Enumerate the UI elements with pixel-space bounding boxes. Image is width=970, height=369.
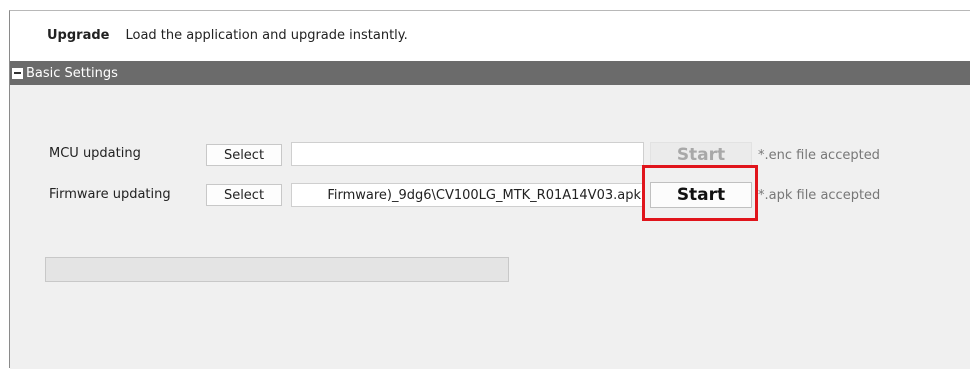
upgrade-progress-bar xyxy=(45,257,509,282)
firmware-updating-label: Firmware updating xyxy=(49,187,171,202)
mcu-select-button[interactable]: Select xyxy=(206,144,282,166)
firmware-file-path-field[interactable]: Firmware)_9dg6\CV100LG_MTK_R01A14V03.apk xyxy=(291,183,644,207)
page-description: Load the application and upgrade instant… xyxy=(125,28,408,43)
firmware-select-button[interactable]: Select xyxy=(206,184,282,206)
upgrade-window: Upgrade Load the application and upgrade… xyxy=(9,10,970,369)
page-header: Upgrade Load the application and upgrade… xyxy=(10,11,970,60)
firmware-file-hint: *.apk file accepted xyxy=(758,188,881,203)
page-title: Upgrade xyxy=(47,28,110,43)
collapse-icon[interactable] xyxy=(12,67,23,79)
mcu-file-hint: *.enc file accepted xyxy=(758,148,880,163)
mcu-file-path-field[interactable] xyxy=(291,142,644,166)
section-title: Basic Settings xyxy=(26,65,118,81)
basic-settings-panel: MCU updating Select Start *.enc file acc… xyxy=(10,85,970,369)
mcu-updating-label: MCU updating xyxy=(49,146,141,161)
basic-settings-section-header[interactable]: Basic Settings xyxy=(10,61,970,85)
start-button-highlight xyxy=(642,165,758,221)
